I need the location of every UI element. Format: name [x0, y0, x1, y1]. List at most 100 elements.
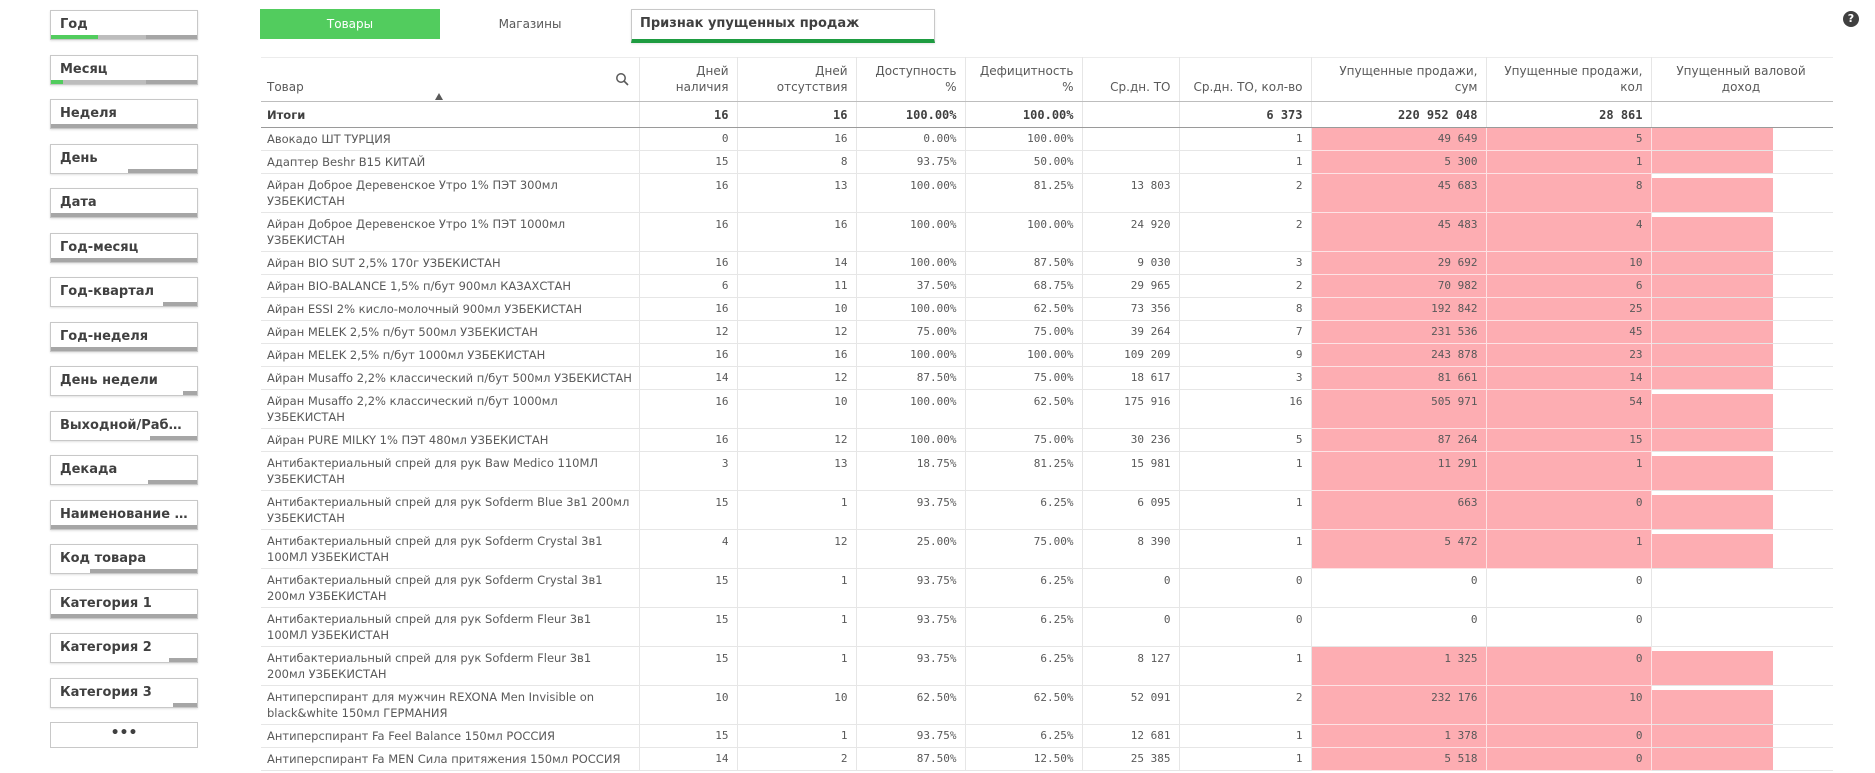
value-cell: 15 [639, 646, 738, 686]
column-header[interactable]: Дней наличия [639, 57, 738, 102]
table-row[interactable]: Антиперспирант Fa MEN Сила притяжения 15… [261, 747, 1833, 771]
table-row[interactable]: Антибактериальный спрей для рук Sofderm … [261, 568, 1833, 608]
table-row[interactable]: Айран Musaffo 2,2% классический п/бут 10… [261, 389, 1833, 429]
table-row[interactable]: Антиперспирант для мужчин REXONA Men Inv… [261, 685, 1833, 725]
column-header[interactable]: Дней отсутствия [737, 57, 857, 102]
lost-gross-income-cell [1651, 451, 1833, 491]
table-row[interactable]: Антиперспирант Fa Feel Balance 150мл РОС… [261, 724, 1833, 748]
filter-9[interactable]: День недели [50, 366, 198, 396]
filter-7[interactable]: Год-квартал [50, 277, 198, 307]
column-header[interactable]: Дефицитность % [965, 57, 1083, 102]
column-header[interactable]: Доступность % [856, 57, 966, 102]
column-header[interactable]: Упущенные продажи, кол [1486, 57, 1652, 102]
filter-11[interactable]: Декада [50, 455, 198, 485]
value-cell: 10 [737, 389, 857, 429]
value-cell: 4 [639, 529, 738, 569]
product-name-cell: Айран Доброе Деревенское Утро 1% ПЭТ 300… [261, 173, 640, 213]
product-name-cell: Айран ESSI 2% кисло-молочный 900мл УЗБЕК… [261, 297, 640, 321]
search-icon[interactable] [615, 72, 629, 86]
value-cell: 15 [639, 490, 738, 530]
value-cell: 37.50% [856, 274, 966, 298]
value-cell: 6.25% [965, 568, 1083, 608]
lost-gross-income-cell [1651, 607, 1833, 647]
value-cell: 75.00% [965, 320, 1083, 344]
value-cell: 30 236 [1082, 428, 1180, 452]
table-row[interactable]: Айран PURE MILKY 1% ПЭТ 480мл УЗБЕКИСТАН… [261, 428, 1833, 452]
table-row[interactable]: Айран Доброе Деревенское Утро 1% ПЭТ 300… [261, 173, 1833, 213]
filter-2[interactable]: Месяц [50, 54, 198, 85]
filter-1[interactable]: Год [50, 10, 198, 40]
column-header[interactable]: Упущенный валовой доход [1651, 57, 1833, 102]
totals-cell: 6 373 [1179, 101, 1312, 128]
value-cell: 1 [1486, 150, 1652, 174]
lost-sales-table: Товар Дней наличия Дней отсутствия Доступно… [261, 57, 1833, 773]
filter-8[interactable]: Год-неделя [50, 321, 198, 352]
filter-10[interactable]: Выходной/Рабочий [50, 410, 198, 441]
value-cell: 1 [737, 724, 857, 748]
lost-gross-income-cell [1651, 428, 1833, 452]
table-row[interactable]: Антибактериальный спрей для рук Baw Medi… [261, 451, 1833, 491]
lost-gross-income-cell [1651, 529, 1833, 569]
table-row[interactable]: Айран Musaffo 2,2% классический п/бут 50… [261, 366, 1833, 390]
value-cell: 75.00% [856, 320, 966, 344]
filter-5[interactable]: Дата [50, 188, 198, 218]
value-cell: 1 378 [1311, 724, 1487, 748]
table-row[interactable]: Айран BIO SUT 2,5% 170г УЗБЕКИСТАН 16 14 10… [261, 251, 1833, 275]
value-cell: 100.00% [965, 212, 1083, 252]
highlight-fill [1651, 534, 1773, 568]
column-header[interactable]: Товар [261, 57, 640, 102]
value-cell: 29 692 [1311, 251, 1487, 275]
value-cell: 10 [1486, 251, 1652, 275]
filter-selection-bar [51, 613, 197, 618]
value-cell: 16 [639, 389, 738, 429]
help-icon[interactable]: ? [1843, 11, 1859, 27]
lost-sales-flag-filter[interactable]: Признак упущенных продаж [631, 9, 935, 43]
table-row[interactable]: Антибактериальный спрей для рук Sofderm … [261, 529, 1833, 569]
column-header[interactable]: Ср.дн. ТО, кол-во [1179, 57, 1312, 102]
filter-label: Год [60, 17, 88, 32]
totals-cell: 28 861 [1486, 101, 1652, 128]
more-filters-button[interactable]: ••• [50, 722, 198, 748]
table-row[interactable]: Айран Доброе Деревенское Утро 1% ПЭТ 100… [261, 212, 1833, 252]
column-header[interactable]: Ср.дн. ТО [1082, 57, 1180, 102]
table-row[interactable]: Антибактериальный спрей для рук Sofderm … [261, 607, 1833, 647]
filter-label: День [60, 150, 98, 166]
value-cell: 100.00% [965, 343, 1083, 367]
value-cell: 45 683 [1311, 173, 1487, 213]
table-row[interactable]: Адаптер Beshr B15 КИТАЙ 15 8 93.75% 50.00% 1 5… [261, 150, 1833, 174]
filter-label: Декада [60, 462, 118, 477]
filter-label: Категория 2 [60, 640, 152, 655]
table-row[interactable]: Антибактериальный спрей для рук Sofderm … [261, 490, 1833, 530]
filter-3[interactable]: Неделя [50, 99, 198, 129]
filter-4[interactable]: День [50, 143, 198, 174]
filter-12[interactable]: Наименование то... [50, 499, 198, 530]
value-cell: 87.50% [856, 747, 966, 771]
filter-13[interactable]: Код товара [50, 544, 198, 574]
table-row[interactable]: Айран MELEK 2,5% п/бут 1000мл УЗБЕКИСТАН… [261, 343, 1833, 367]
column-header-label: Дней отсутствия [776, 64, 848, 94]
value-cell: 6.25% [965, 490, 1083, 530]
filter-6[interactable]: Год-месяц [50, 232, 198, 263]
table-row[interactable]: Айран MELEK 2,5% п/бут 500мл УЗБЕКИСТАН 1… [261, 320, 1833, 344]
filter-15[interactable]: Категория 2 [50, 633, 198, 663]
tab-goods[interactable]: Товары [260, 9, 440, 39]
table-row[interactable]: Антибактериальный спрей для рук Sofderm … [261, 646, 1833, 686]
filter-16[interactable]: Категория 3 [50, 677, 198, 708]
column-header-label: Ср.дн. ТО [1110, 80, 1171, 94]
column-header[interactable]: Упущенные продажи, сум [1311, 57, 1487, 102]
value-cell: 6.25% [965, 724, 1083, 748]
filter-14[interactable]: Категория 1 [50, 588, 198, 619]
value-cell: 15 [639, 568, 738, 608]
tab-stores[interactable]: Магазины [440, 9, 620, 39]
value-cell: 10 [1486, 685, 1652, 725]
lost-gross-income-cell [1651, 251, 1833, 275]
value-cell: 1 [737, 490, 857, 530]
table-row[interactable]: Айран BIO-BALANCE 1,5% п/бут 900мл КАЗАХ… [261, 274, 1833, 298]
sort-ascending-icon[interactable] [435, 93, 443, 100]
value-cell: 1 [1179, 747, 1312, 771]
totals-cell [1651, 101, 1833, 128]
lost-gross-income-cell [1651, 343, 1833, 367]
table-row[interactable]: Авокадо ШТ ТУРЦИЯ 0 16 0.00% 100.00% 1 49 649 5 [261, 127, 1833, 151]
table-row[interactable]: Айран ESSI 2% кисло-молочный 900мл УЗБЕК… [261, 297, 1833, 321]
value-cell: 2 [1179, 173, 1312, 213]
